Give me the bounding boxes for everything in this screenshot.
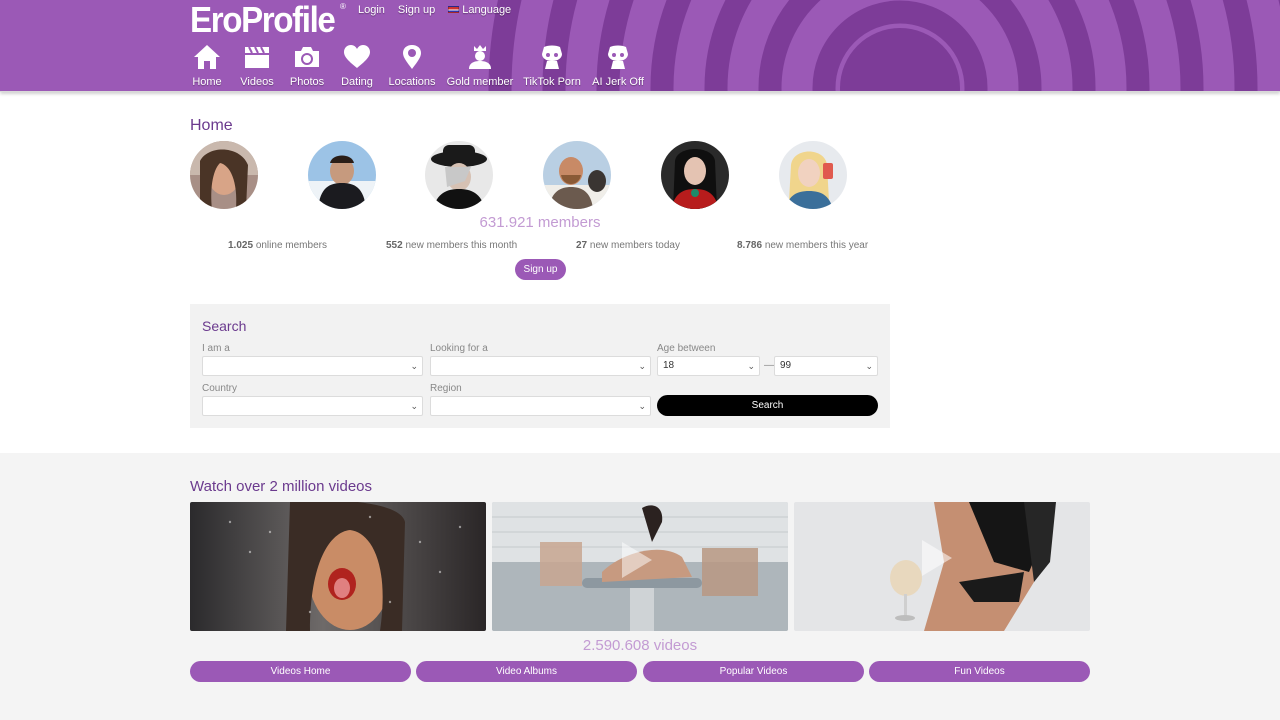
bust-icon xyxy=(542,45,562,69)
video-albums-button[interactable]: Video Albums xyxy=(416,661,637,682)
video-preview xyxy=(492,502,788,631)
site-header: EroProfile ® Login Sign up Language Home… xyxy=(0,0,1280,92)
age-max-select[interactable]: 99 ⌄ xyxy=(774,356,878,376)
nav-gold-member[interactable] xyxy=(466,44,494,70)
region-select[interactable]: ⌄ xyxy=(430,396,651,416)
chevron-down-icon: ⌄ xyxy=(638,401,646,411)
age-max-value: 99 xyxy=(780,360,792,371)
nav-locations-label: Locations xyxy=(388,76,436,88)
clapperboard-icon xyxy=(245,46,269,68)
i-am-select[interactable]: ⌄ xyxy=(202,356,423,376)
stat-new-members-today: 27 new members today xyxy=(576,240,680,251)
map-pin-icon xyxy=(403,45,421,69)
country-select[interactable]: ⌄ xyxy=(202,396,423,416)
nav-photos[interactable] xyxy=(293,44,321,70)
heart-icon xyxy=(344,45,370,68)
chevron-down-icon: ⌄ xyxy=(865,361,873,371)
member-avatar[interactable] xyxy=(425,141,493,209)
nav-videos-label: Videos xyxy=(240,76,274,88)
age-min-select[interactable]: 18 ⌄ xyxy=(657,356,760,376)
member-avatar[interactable] xyxy=(779,141,847,209)
video-thumbnail[interactable] xyxy=(794,502,1090,631)
nav-dating-label: Dating xyxy=(341,76,373,88)
stat-value: 8.786 xyxy=(737,240,763,251)
chevron-down-icon: ⌄ xyxy=(410,361,418,371)
members-count: 631.921 members xyxy=(479,214,601,231)
member-photo xyxy=(543,141,611,209)
nav-home[interactable] xyxy=(193,44,221,70)
stat-new-members-month: 552 new members this month xyxy=(386,240,517,251)
stat-new-members-year: 8.786 new members this year xyxy=(737,240,868,251)
video-thumbnail[interactable] xyxy=(190,502,486,631)
videos-count: 2.590.608 videos xyxy=(582,637,698,654)
main-nav: Home Videos Photos Dating Locations Gold… xyxy=(0,0,700,91)
videos-home-button[interactable]: Videos Home xyxy=(190,661,411,682)
home-title: Home xyxy=(190,117,233,134)
popular-videos-button[interactable]: Popular Videos xyxy=(643,661,864,682)
stat-label: new members this month xyxy=(405,240,518,251)
member-avatar[interactable] xyxy=(661,141,729,209)
member-avatar[interactable] xyxy=(543,141,611,209)
stat-value: 1.025 xyxy=(228,240,254,251)
nav-tiktok-porn-label: TikTok Porn xyxy=(523,76,581,88)
member-photo xyxy=(661,141,729,209)
stat-online-members: 1.025 online members xyxy=(228,240,327,251)
chevron-down-icon: ⌄ xyxy=(747,361,755,371)
age-label: Age between xyxy=(657,343,716,354)
stat-label: new members today xyxy=(589,240,680,251)
fun-videos-button[interactable]: Fun Videos xyxy=(869,661,1090,682)
videos-title: Watch over 2 million videos xyxy=(190,478,373,495)
nav-ai-jerk-off-label: AI Jerk Off xyxy=(592,76,644,88)
nav-gold-member-label: Gold member xyxy=(446,76,514,88)
home-icon xyxy=(194,45,220,69)
videos-section: Watch over 2 million videos 2.590.608 vi… xyxy=(0,453,1280,720)
region-label: Region xyxy=(430,383,462,394)
video-thumbnail[interactable] xyxy=(492,502,788,631)
looking-for-select[interactable]: ⌄ xyxy=(430,356,651,376)
chevron-down-icon: ⌄ xyxy=(638,361,646,371)
looking-for-label: Looking for a xyxy=(430,343,488,354)
chevron-down-icon: ⌄ xyxy=(410,401,418,411)
stat-value: 27 xyxy=(576,240,588,251)
age-min-value: 18 xyxy=(663,360,675,371)
signup-button[interactable]: Sign up xyxy=(515,259,566,280)
member-photo xyxy=(308,141,376,209)
i-am-label: I am a xyxy=(202,343,230,354)
stat-label: online members xyxy=(255,240,327,251)
stat-label: new members this year xyxy=(764,240,869,251)
nav-ai-jerk-off[interactable] xyxy=(604,44,632,70)
member-avatar[interactable] xyxy=(308,141,376,209)
stat-value: 552 xyxy=(386,240,403,251)
member-photo xyxy=(425,141,493,209)
member-avatar[interactable] xyxy=(190,141,258,209)
member-photo xyxy=(190,141,258,209)
search-button[interactable]: Search xyxy=(657,395,878,416)
video-preview xyxy=(190,502,486,631)
bust-icon xyxy=(608,45,628,69)
nav-videos[interactable] xyxy=(243,44,271,70)
nav-dating[interactable] xyxy=(343,44,371,70)
age-separator: — xyxy=(764,360,774,371)
member-photo xyxy=(779,141,847,209)
crown-user-icon xyxy=(469,45,491,69)
search-panel: Search I am a ⌄ Looking for a ⌄ Age betw… xyxy=(190,304,890,428)
nav-home-label: Home xyxy=(192,76,222,88)
camera-icon xyxy=(295,47,319,67)
search-title: Search xyxy=(202,318,247,334)
country-label: Country xyxy=(202,383,238,394)
nav-photos-label: Photos xyxy=(289,76,325,88)
nav-locations[interactable] xyxy=(398,44,426,70)
video-preview xyxy=(794,502,1090,631)
nav-tiktok-porn[interactable] xyxy=(538,44,566,70)
